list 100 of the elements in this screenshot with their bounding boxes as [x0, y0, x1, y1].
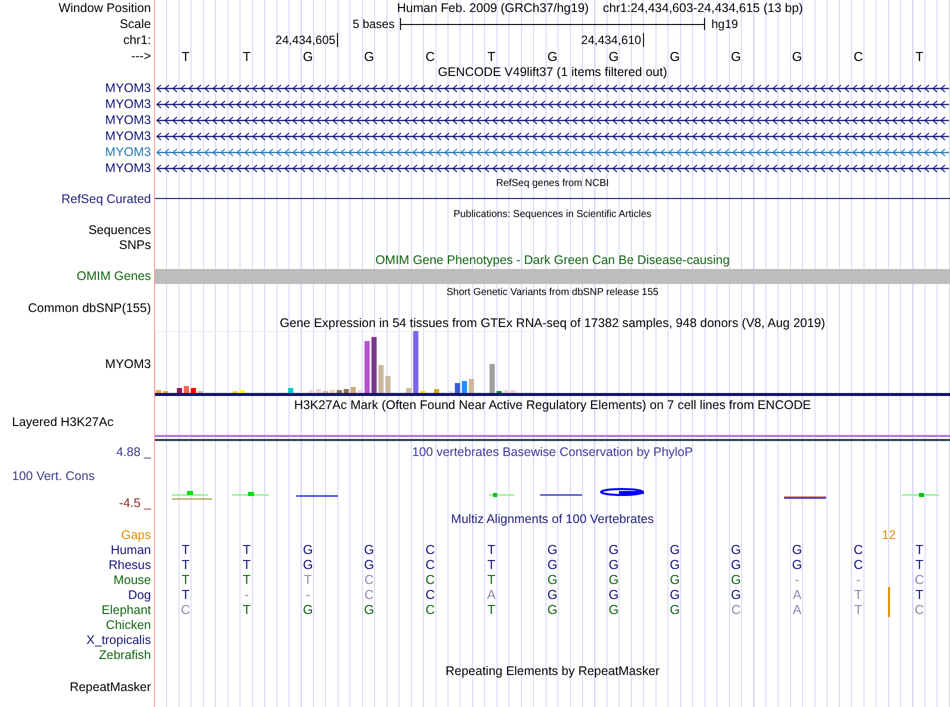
expression-bar [336, 390, 342, 393]
expression-bar [330, 390, 335, 393]
row-label: chr1: [123, 33, 151, 47]
base-letter: T [487, 602, 496, 617]
expression-bar [288, 388, 294, 393]
base-letter: G [730, 542, 742, 557]
expression-bar [406, 388, 412, 393]
track-label[interactable]: Common dbSNP(155) [28, 300, 151, 314]
base-letter: G [364, 602, 374, 617]
track-title: Repeating Elements by RepeatMasker [445, 664, 660, 678]
base-letter: G [670, 587, 680, 602]
row-label: Window Position [58, 1, 151, 15]
gene-strand-line[interactable] [156, 164, 949, 172]
base-letter: G [792, 557, 802, 572]
base-letter: T [487, 542, 496, 557]
expression-bar-graph[interactable] [155, 331, 531, 393]
base-letter: C [180, 602, 190, 617]
base-letter: G [608, 557, 619, 572]
base-letter: T [915, 542, 924, 557]
track-label[interactable]: RefSeq Curated [61, 192, 151, 206]
base-letter: G [364, 48, 374, 64]
base-letter: G [670, 602, 680, 617]
track-label[interactable]: OMIM Genes [76, 269, 151, 283]
coordinate-tick: 24,434,610 [581, 33, 644, 47]
base-letter: G [547, 557, 558, 572]
axis-label: 4.88 _ [116, 444, 151, 458]
track-label[interactable]: RepeatMasker [70, 680, 151, 694]
base-letter: T [487, 48, 496, 64]
base-letter: T [915, 557, 924, 572]
base-letter: G [608, 587, 619, 602]
species-label[interactable]: X_tropicalis [86, 632, 151, 646]
row-label: ---> [131, 49, 151, 63]
base-letter: - [244, 587, 249, 602]
base-letter: C [854, 48, 863, 64]
gene-label[interactable]: MYOM3 [105, 145, 151, 159]
base-letter: G [608, 542, 619, 557]
species-label[interactable]: Zebrafish [98, 648, 151, 662]
gene-strand-line[interactable] [156, 116, 949, 124]
base-letter: G [730, 587, 742, 602]
base-letter: G [608, 48, 619, 64]
base-letter: G [670, 557, 680, 572]
base-letter: C [854, 557, 863, 572]
base-letter: A [792, 602, 802, 617]
track-label[interactable]: Sequences [88, 222, 151, 236]
base-letter: G [547, 602, 558, 617]
species-label[interactable]: Chicken [106, 618, 151, 632]
species-label[interactable]: Rhesus [108, 558, 151, 572]
base-letter: T [182, 48, 190, 64]
gene-label[interactable]: MYOM3 [105, 161, 151, 175]
species-label[interactable]: Elephant [102, 602, 151, 616]
species-label[interactable]: Mouse [113, 572, 151, 586]
base-letter: G [302, 557, 313, 572]
gene-label[interactable]: MYOM3 [105, 81, 151, 95]
base-letter: G [792, 542, 802, 557]
species-label[interactable]: Human [110, 542, 151, 556]
base-letter: C [425, 587, 435, 602]
base-letter: T [182, 572, 190, 587]
base-letter: T [915, 48, 924, 64]
species-label[interactable]: Dog [128, 588, 151, 602]
base-letter: C [731, 602, 741, 617]
track-label[interactable]: SNPs [119, 238, 151, 252]
base-letter: G [792, 48, 802, 64]
track-label[interactable]: Layered H3K27Ac [12, 415, 114, 429]
base-letter: T [854, 602, 862, 617]
base-letter: T [182, 557, 190, 572]
expression-bar [344, 389, 349, 393]
expression-bar [434, 389, 440, 393]
base-letter: C [425, 602, 435, 617]
gene-strand-line[interactable] [156, 84, 949, 92]
base-letter: C [425, 572, 435, 587]
base-letter: G [547, 542, 558, 557]
base-letter: C [914, 602, 924, 617]
base-letter: G [730, 48, 742, 64]
track-title: GENCODE V49lift37 (1 items filtered out) [438, 65, 668, 79]
base-letter: G [364, 542, 374, 557]
base-letter: G [608, 602, 619, 617]
gene-strand-line[interactable] [156, 100, 949, 108]
base-letter: T [242, 557, 251, 572]
base-letter: T [487, 572, 496, 587]
expression-bar [190, 388, 196, 393]
base-letter: T [304, 572, 312, 587]
coordinate-tick: 24,434,605 [275, 33, 338, 47]
track-label[interactable]: 100 Vert. Cons [0, 469, 95, 483]
base-letter: G [670, 48, 680, 64]
base-letter: - [306, 587, 310, 602]
expression-bar [350, 387, 356, 393]
base-letter: G [547, 587, 558, 602]
row-label: Scale [120, 17, 151, 31]
base-letter: G [302, 602, 313, 617]
base-letter: T [242, 572, 251, 587]
base-letter: C [364, 587, 374, 602]
track-label[interactable]: MYOM3 [105, 356, 151, 370]
gene-label[interactable]: MYOM3 [105, 113, 151, 127]
gene-label[interactable]: MYOM3 [105, 129, 151, 143]
expression-bar [468, 379, 474, 393]
gene-strand-line[interactable] [156, 132, 949, 140]
track-title: Publications: Sequences in Scientific Articles [454, 208, 652, 220]
gene-label[interactable]: MYOM3 [105, 97, 151, 111]
base-letter: A [792, 587, 802, 602]
base-letter: C [914, 572, 924, 587]
